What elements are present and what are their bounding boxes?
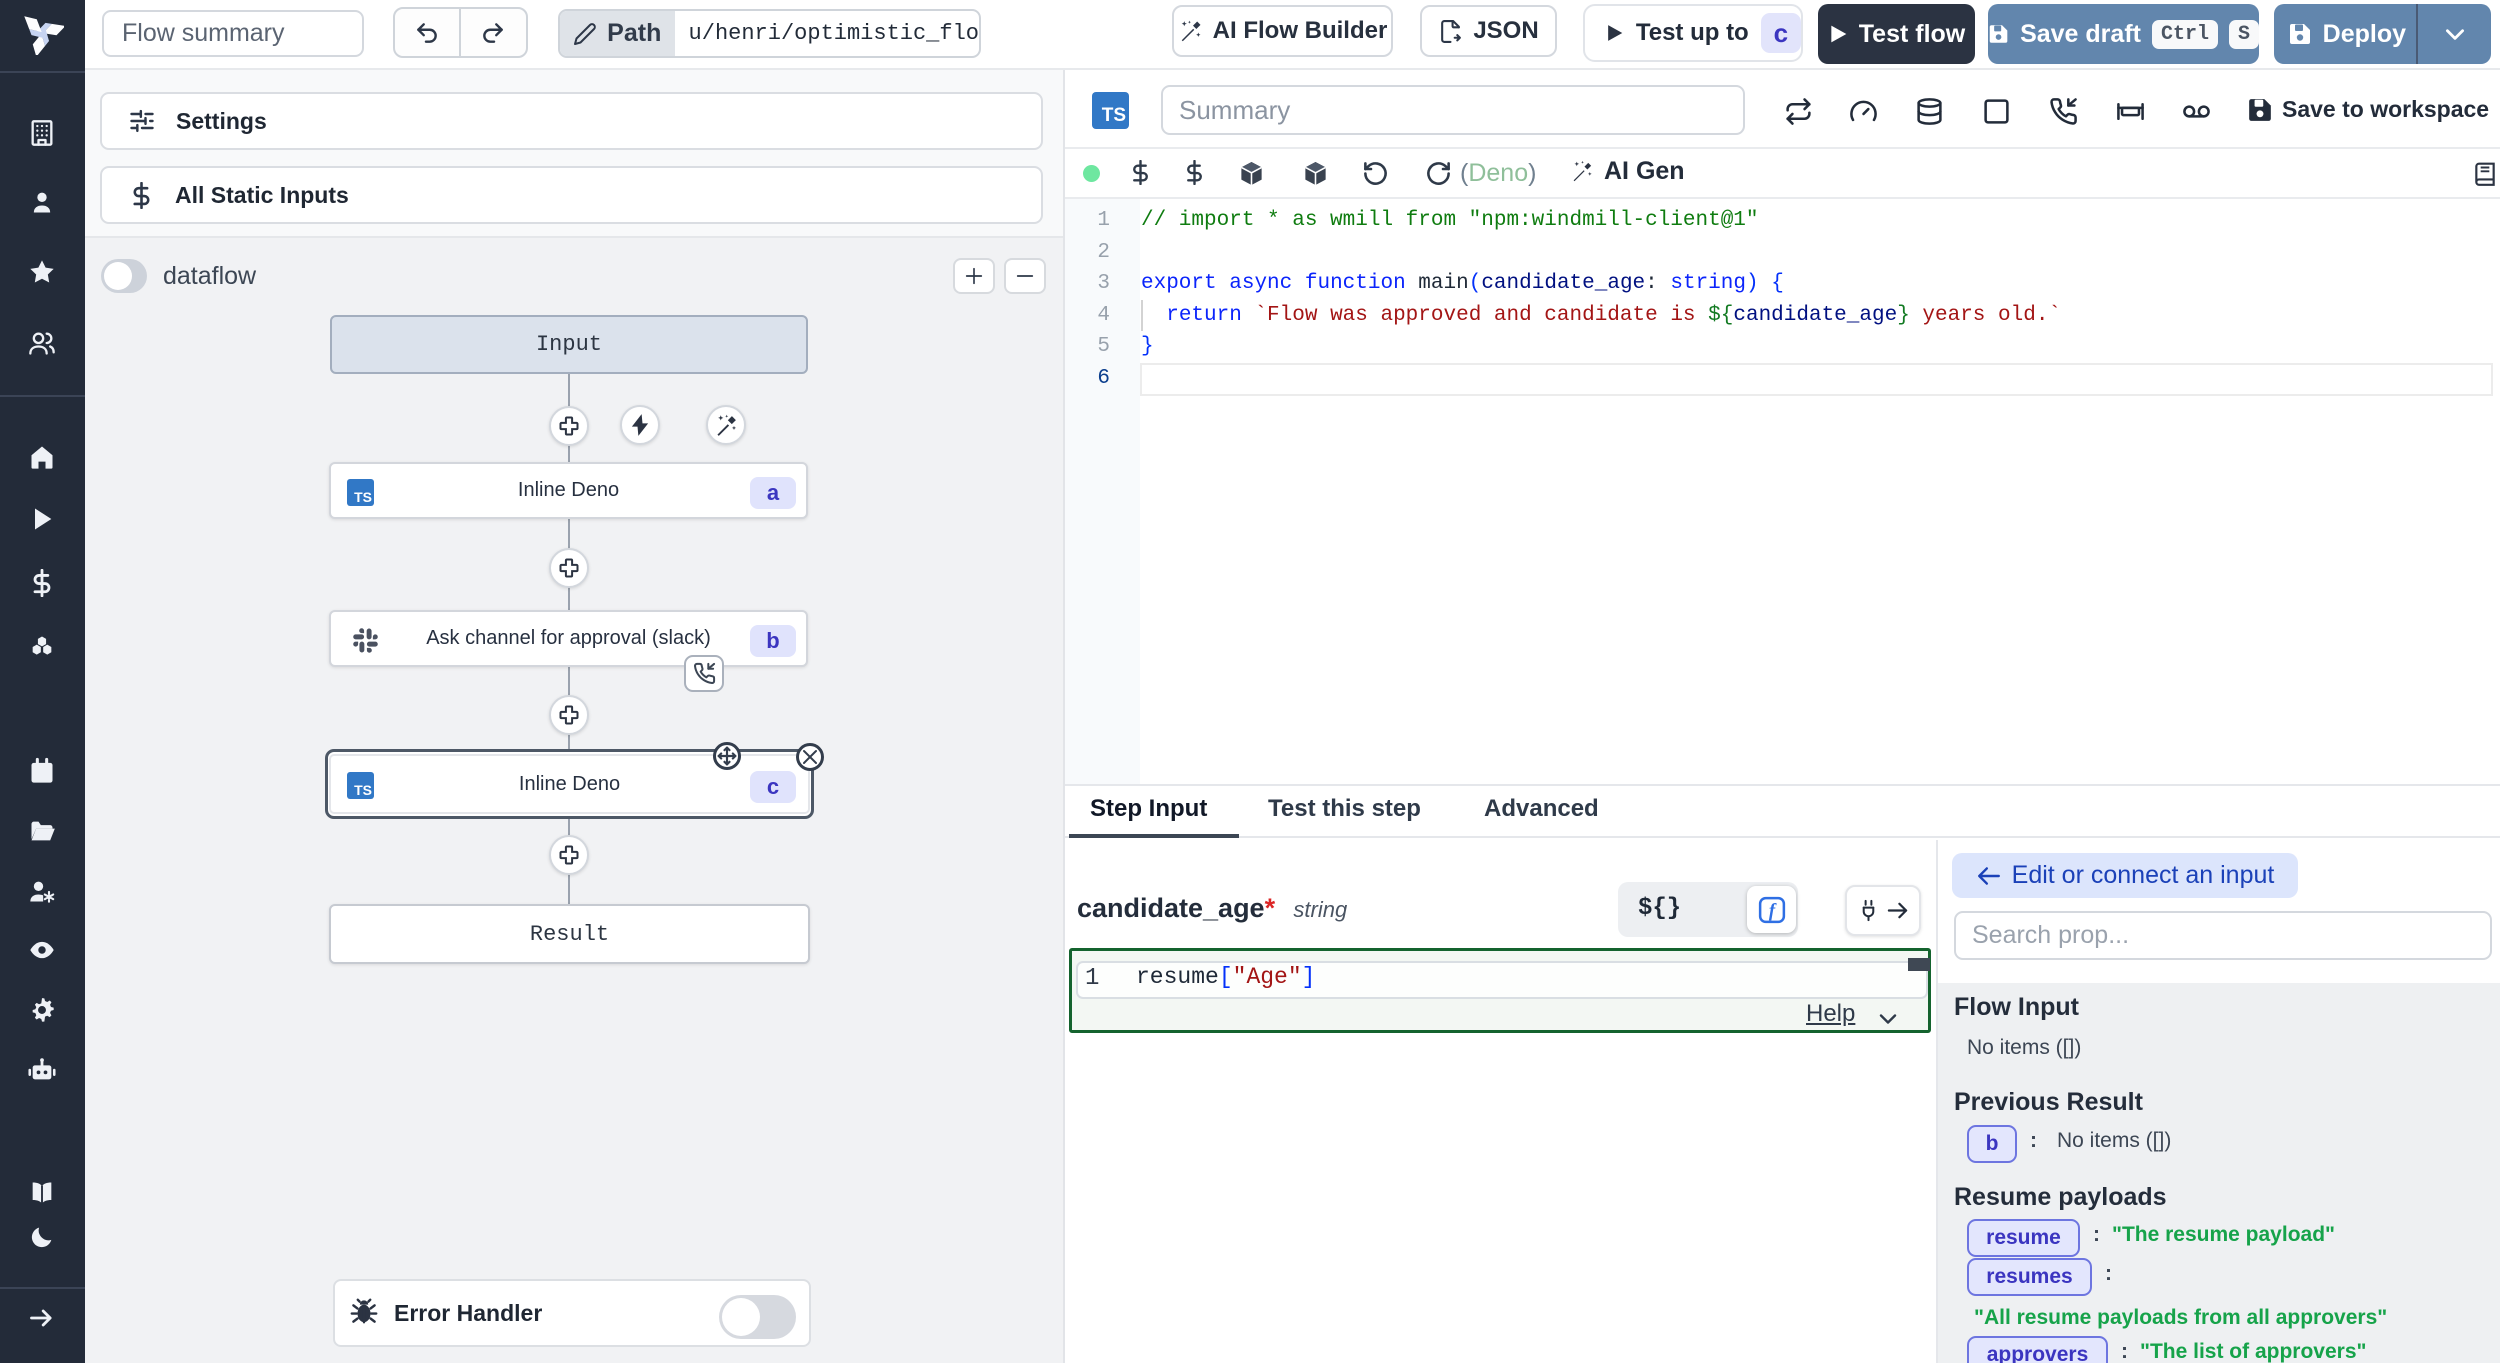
svg-text:f: f: [1768, 900, 1776, 921]
